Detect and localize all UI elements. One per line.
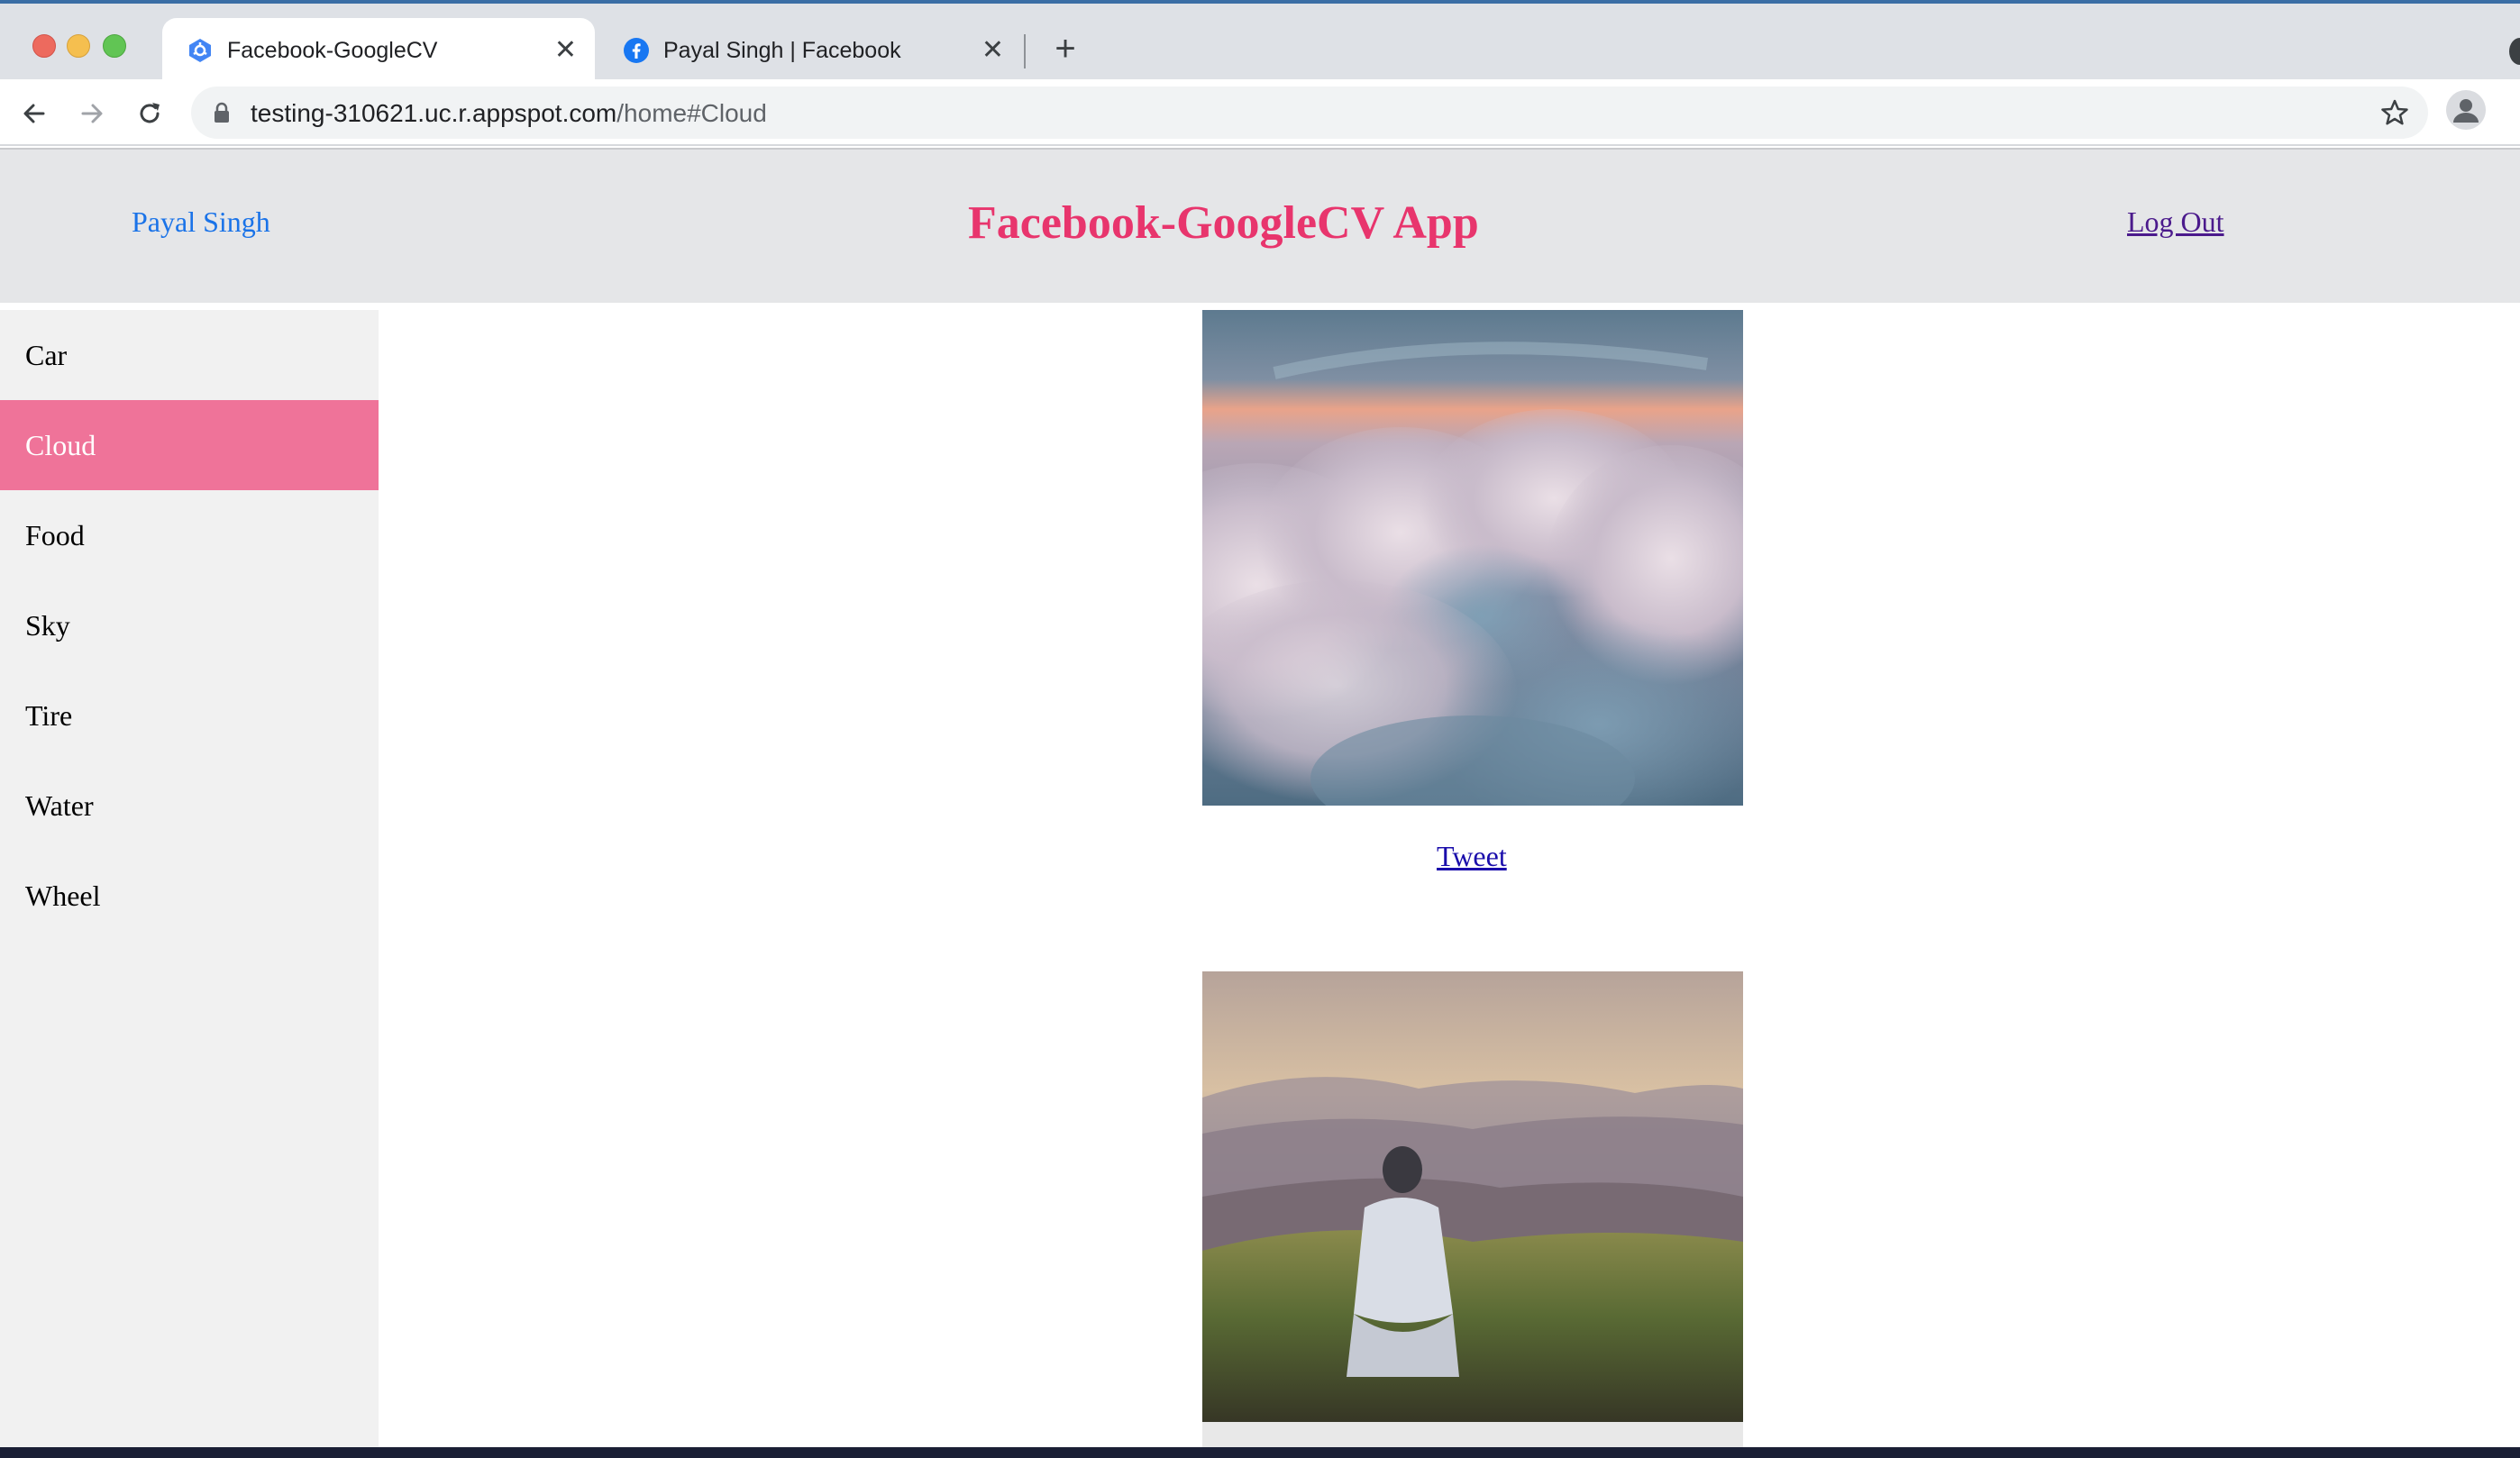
sidebar-item-water[interactable]: Water (0, 761, 379, 851)
tab-facebook-googlecv[interactable]: Facebook-GoogleCV ✕ (162, 18, 595, 83)
tweet-link[interactable]: Tweet (1437, 840, 1507, 873)
tab-strip: Facebook-GoogleCV ✕ Payal Singh | Facebo… (0, 0, 2520, 83)
close-tab-icon[interactable]: ✕ (554, 37, 577, 64)
browser-window: Facebook-GoogleCV ✕ Payal Singh | Facebo… (0, 0, 2520, 1447)
sidebar-item-wheel[interactable]: Wheel (0, 851, 379, 941)
url-text[interactable]: testing-310621.uc.r.appspot.com/home#Clo… (251, 99, 767, 128)
sidebar-item-cloud[interactable]: Cloud (0, 400, 379, 490)
cloud-photo (1202, 310, 1743, 806)
lock-icon[interactable] (213, 102, 231, 128)
window-edge-indicator (2509, 38, 2520, 65)
category-sidebar: Car Cloud Food Sky Tire Water Wheel (0, 310, 379, 1447)
user-name-link[interactable]: Payal Singh (132, 205, 270, 239)
bookmark-star-icon[interactable] (2379, 97, 2410, 132)
maximize-window-button[interactable] (103, 34, 126, 58)
reload-icon[interactable] (132, 96, 168, 132)
close-window-button[interactable] (32, 34, 56, 58)
tab-title: Facebook-GoogleCV (227, 37, 438, 63)
app-engine-icon (186, 36, 215, 65)
tab-divider (1024, 34, 1026, 68)
app-header: Payal Singh Facebook-GoogleCV App Log Ou… (0, 148, 2520, 303)
web-page: Payal Singh Facebook-GoogleCV App Log Ou… (0, 148, 2520, 1447)
sidebar-item-car[interactable]: Car (0, 310, 379, 400)
close-tab-icon[interactable]: ✕ (982, 37, 1004, 64)
minimize-window-button[interactable] (67, 34, 90, 58)
tab-payal-singh-facebook[interactable]: Payal Singh | Facebook ✕ (598, 18, 1022, 83)
sidebar-item-tire[interactable]: Tire (0, 670, 379, 761)
facebook-icon (622, 36, 651, 65)
address-bar[interactable]: testing-310621.uc.r.appspot.com/home#Clo… (191, 87, 2428, 139)
url-host: testing-310621.uc.r.appspot.com (251, 99, 617, 127)
page-title: Facebook-GoogleCV App (968, 197, 1479, 249)
url-path: /home#Cloud (616, 99, 767, 127)
back-arrow-icon[interactable] (16, 96, 52, 132)
profile-avatar-icon[interactable] (2446, 90, 2486, 130)
sidebar-item-sky[interactable]: Sky (0, 580, 379, 670)
forward-arrow-icon[interactable] (74, 96, 110, 132)
sidebar-item-food[interactable]: Food (0, 490, 379, 580)
mountain-person-photo (1202, 971, 1743, 1447)
new-tab-plus-icon[interactable]: + (1047, 31, 1083, 67)
tab-title: Payal Singh | Facebook (663, 37, 901, 63)
logout-link[interactable]: Log Out (2127, 205, 2224, 239)
browser-toolbar: testing-310621.uc.r.appspot.com/home#Clo… (0, 79, 2520, 146)
